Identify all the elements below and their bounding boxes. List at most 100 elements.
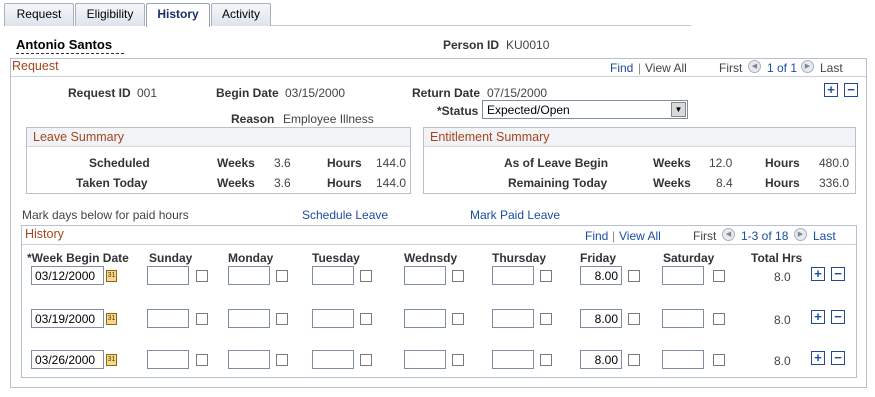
saturday-hours-input[interactable]: [662, 266, 704, 285]
remove-request-button[interactable]: −: [844, 83, 858, 97]
monday-checkbox[interactable]: [276, 354, 288, 366]
wednesday-hours-input[interactable]: [404, 309, 446, 328]
prev-icon[interactable]: ◀: [722, 228, 735, 241]
request-view-all[interactable]: View All: [645, 61, 687, 75]
week-begin-date-value: 03/26/2000: [35, 353, 96, 367]
history-last-link[interactable]: Last: [813, 229, 836, 243]
weeks-label: Weeks: [653, 156, 691, 170]
tuesday-hours-input[interactable]: [312, 309, 354, 328]
wednesday-checkbox[interactable]: [452, 313, 464, 325]
week-begin-date-input[interactable]: 03/12/2000: [31, 266, 104, 285]
tab-request[interactable]: Request: [4, 3, 74, 26]
status-select[interactable]: Expected/Open ▼: [482, 100, 688, 119]
request-last-label: Last: [820, 61, 843, 75]
add-request-button[interactable]: +: [824, 83, 838, 97]
thursday-checkbox[interactable]: [540, 354, 552, 366]
status-label: *Status: [437, 104, 479, 118]
saturday-hours-input[interactable]: [662, 350, 704, 369]
saturday-hours-input[interactable]: [662, 309, 704, 328]
remaining-today-hours: 336.0: [819, 176, 850, 190]
weeks-label: Weeks: [217, 176, 255, 190]
friday-hours-input[interactable]: 8.00: [580, 350, 622, 369]
thursday-hours-input[interactable]: [492, 266, 534, 285]
friday-checkbox[interactable]: [628, 354, 640, 366]
request-id-value: 001: [137, 86, 158, 100]
add-row-button[interactable]: +: [811, 267, 825, 281]
sunday-checkbox[interactable]: [196, 270, 208, 282]
schedule-leave-link[interactable]: Schedule Leave: [302, 208, 388, 222]
status-value: Expected/Open: [487, 103, 570, 117]
mark-paid-leave-link[interactable]: Mark Paid Leave: [470, 208, 560, 222]
chevron-down-icon[interactable]: ▼: [671, 102, 686, 117]
history-view-all-link[interactable]: View All: [619, 229, 661, 243]
remove-row-button[interactable]: −: [831, 267, 845, 281]
monday-hours-input[interactable]: [228, 350, 270, 369]
remove-row-button[interactable]: −: [831, 351, 845, 365]
sunday-hours-input[interactable]: [147, 266, 189, 285]
scheduled-label: Scheduled: [89, 156, 150, 170]
hours-label: Hours: [327, 156, 362, 170]
saturday-checkbox[interactable]: [713, 270, 725, 282]
next-icon[interactable]: ▶: [801, 60, 814, 73]
tab-request-label: Request: [16, 7, 62, 21]
friday-hours-input[interactable]: 8.00: [580, 309, 622, 328]
reason-value: Employee Illness: [283, 112, 374, 126]
tab-eligibility[interactable]: Eligibility: [75, 3, 145, 26]
person-name-underline: [16, 53, 124, 54]
week-begin-date-input[interactable]: 03/26/2000: [31, 350, 104, 369]
tab-activity[interactable]: Activity: [211, 3, 271, 26]
tuesday-checkbox[interactable]: [360, 270, 372, 282]
thursday-checkbox[interactable]: [540, 313, 552, 325]
person-id-label: Person ID: [443, 38, 500, 52]
wednesday-checkbox[interactable]: [452, 354, 464, 366]
tab-history[interactable]: History: [146, 3, 210, 27]
person-name: Antonio Santos: [16, 37, 113, 52]
hours-label: Hours: [765, 176, 800, 190]
weeks-label: Weeks: [217, 156, 255, 170]
thursday-checkbox[interactable]: [540, 270, 552, 282]
remove-row-button[interactable]: −: [831, 310, 845, 324]
tuesday-hours-input[interactable]: [312, 350, 354, 369]
add-row-button[interactable]: +: [811, 310, 825, 324]
monday-hours-input[interactable]: [228, 309, 270, 328]
sunday-checkbox[interactable]: [196, 313, 208, 325]
tab-eligibility-label: Eligibility: [86, 7, 134, 21]
col-monday: Monday: [228, 251, 274, 265]
hours-label: Hours: [765, 156, 800, 170]
saturday-checkbox[interactable]: [713, 354, 725, 366]
total-hrs-value: 8.0: [774, 354, 791, 368]
monday-hours-input[interactable]: [228, 266, 270, 285]
thursday-hours-input[interactable]: [492, 309, 534, 328]
saturday-checkbox[interactable]: [713, 313, 725, 325]
wednesday-hours-input[interactable]: [404, 350, 446, 369]
week-begin-date-value: 03/19/2000: [35, 312, 96, 326]
prev-icon[interactable]: ◀: [748, 60, 761, 73]
calendar-icon[interactable]: 31: [106, 313, 117, 325]
wednesday-hours-input[interactable]: [404, 266, 446, 285]
sunday-hours-input[interactable]: [147, 309, 189, 328]
monday-checkbox[interactable]: [276, 270, 288, 282]
next-icon[interactable]: ▶: [794, 228, 807, 241]
sunday-checkbox[interactable]: [196, 354, 208, 366]
monday-checkbox[interactable]: [276, 313, 288, 325]
thursday-hours-input[interactable]: [492, 350, 534, 369]
calendar-icon[interactable]: 31: [106, 354, 117, 366]
history-find-link[interactable]: Find: [585, 229, 608, 243]
tuesday-hours-input[interactable]: [312, 266, 354, 285]
week-begin-date-input[interactable]: 03/19/2000: [31, 309, 104, 328]
tuesday-checkbox[interactable]: [360, 354, 372, 366]
request-first-label: First: [719, 61, 743, 75]
col-thursday: Thursday: [492, 251, 547, 265]
mark-days-instruction: Mark days below for paid hours: [22, 208, 189, 222]
leave-summary-title: Leave Summary: [33, 130, 125, 144]
friday-checkbox[interactable]: [628, 270, 640, 282]
history-range: 1-3 of 18: [741, 229, 789, 243]
sunday-hours-input[interactable]: [147, 350, 189, 369]
request-find-link[interactable]: Find: [610, 61, 633, 75]
calendar-icon[interactable]: 31: [106, 270, 117, 282]
tuesday-checkbox[interactable]: [360, 313, 372, 325]
friday-hours-input[interactable]: 8.00: [580, 266, 622, 285]
wednesday-checkbox[interactable]: [452, 270, 464, 282]
add-row-button[interactable]: +: [811, 351, 825, 365]
friday-checkbox[interactable]: [628, 313, 640, 325]
